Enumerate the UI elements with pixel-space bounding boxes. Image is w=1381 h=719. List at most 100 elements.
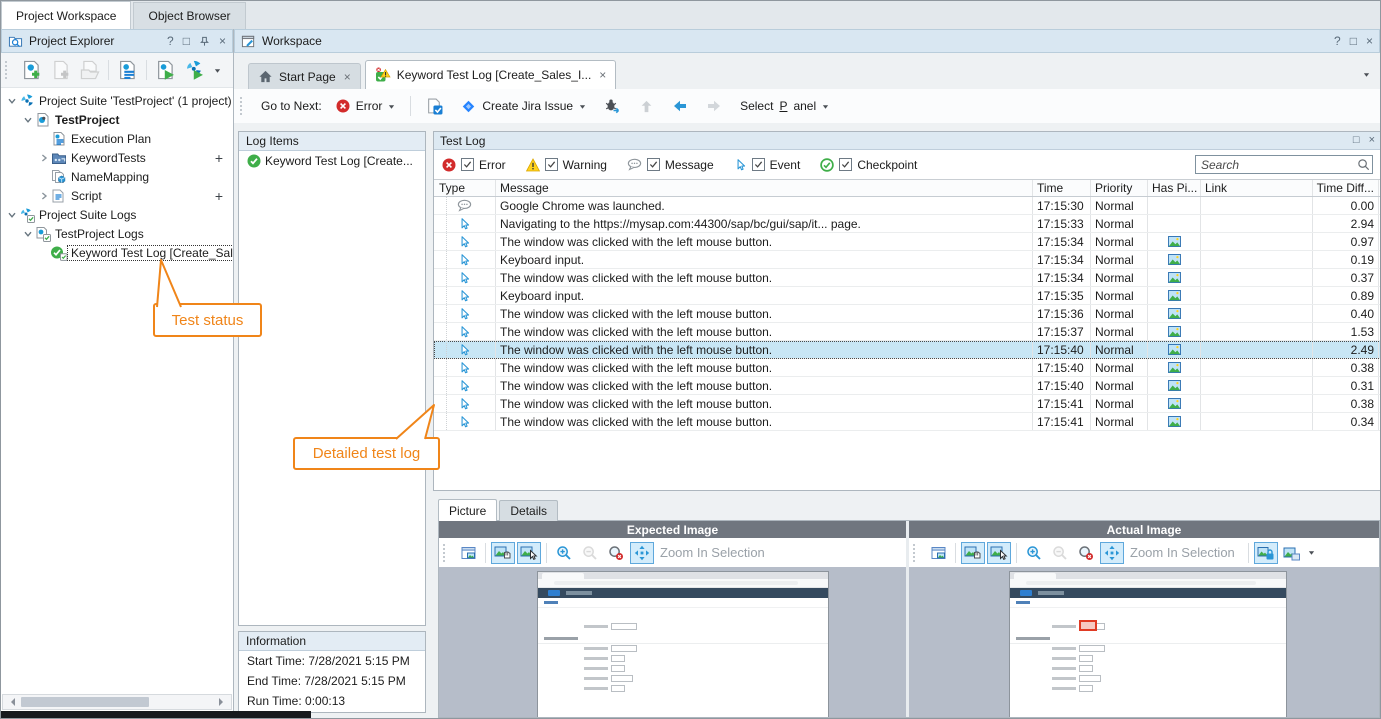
maximize-button[interactable]: □ (1350, 35, 1357, 47)
chevron-down-icon[interactable] (5, 210, 18, 220)
scroll-thumb[interactable] (21, 697, 149, 707)
filter-error[interactable]: Error (442, 158, 506, 172)
add-child-button[interactable]: + (215, 188, 233, 204)
synchronize-views-button[interactable] (1254, 542, 1278, 564)
zoom-reset-button[interactable] (1074, 542, 1098, 564)
run-project-suite-button[interactable] (181, 57, 208, 84)
chevron-down-icon[interactable] (1308, 549, 1315, 556)
log-row[interactable]: The window was clicked with the left mou… (434, 395, 1381, 413)
picture-icon[interactable] (1168, 290, 1181, 301)
toolbar-grip[interactable] (913, 544, 920, 562)
tree-testproject-logs[interactable]: TestProject Logs (1, 224, 233, 243)
selection-tool-button[interactable] (517, 542, 541, 564)
expected-image-viewport[interactable] (439, 567, 906, 717)
log-row[interactable]: The window was clicked with the left mou… (434, 413, 1381, 431)
chevron-down-icon[interactable] (21, 115, 34, 125)
back-button[interactable] (666, 95, 694, 117)
actual-image-viewport[interactable] (909, 567, 1379, 717)
picture-icon[interactable] (1168, 272, 1181, 283)
tree-testproject[interactable]: TestProject (1, 110, 233, 129)
view-in-window-button[interactable] (926, 542, 950, 564)
close-icon[interactable]: × (219, 35, 226, 47)
search-input[interactable] (1195, 155, 1373, 174)
tree-script[interactable]: Script+ (1, 186, 233, 205)
tree-keyword-test-log[interactable]: Keyword Test Log [Create_Sales (1, 243, 233, 262)
tab-object-browser[interactable]: Object Browser (133, 2, 245, 29)
chevron-right-icon[interactable] (37, 153, 50, 163)
log-row[interactable]: The window was clicked with the left mou… (434, 323, 1381, 341)
picture-icon[interactable] (1168, 362, 1181, 373)
add-child-button[interactable]: + (215, 150, 233, 166)
view-in-window-button[interactable] (456, 542, 480, 564)
filter-message[interactable]: Message (627, 158, 714, 172)
column-header-pic[interactable]: Has Pi... (1148, 180, 1201, 196)
select-panel-button[interactable]: Select Panel (734, 96, 835, 116)
zoom-reset-button[interactable] (604, 542, 628, 564)
tab-start-page[interactable]: Start Page× (248, 63, 361, 89)
close-icon[interactable]: × (344, 70, 351, 84)
chevron-right-icon[interactable] (37, 191, 50, 201)
toolbar-grip[interactable] (5, 61, 12, 79)
scroll-right-arrow[interactable] (219, 698, 227, 706)
log-row[interactable]: The window was clicked with the left mou… (434, 233, 1381, 251)
tree-keywordtests[interactable]: KeywordTests+ (1, 148, 233, 167)
pin-icon[interactable] (199, 36, 210, 47)
add-existing-item-button[interactable] (47, 57, 74, 84)
zoom-in-button[interactable] (1022, 542, 1046, 564)
zoom-to-fit-button[interactable] (1100, 542, 1124, 564)
picture-icon[interactable] (1168, 254, 1181, 265)
organize-items-button[interactable] (114, 57, 141, 84)
go-to-next-error-button[interactable]: Error (330, 96, 402, 116)
close-icon[interactable]: × (599, 68, 606, 82)
log-row[interactable]: The window was clicked with the left mou… (434, 359, 1381, 377)
log-row[interactable]: Navigating to the https://mysap.com:4430… (434, 215, 1381, 233)
column-header-link[interactable]: Link (1201, 180, 1313, 196)
log-row[interactable]: Keyboard input.17:15:35Normal0.89 (434, 287, 1381, 305)
picture-icon[interactable] (1168, 236, 1181, 247)
tab-keyword-test-log[interactable]: Keyword Test Log [Create_Sales_I...× (365, 60, 617, 89)
scroll-left-arrow[interactable] (7, 698, 15, 706)
zoom-to-fit-button[interactable] (630, 542, 654, 564)
filter-warning-checkbox[interactable] (545, 158, 558, 171)
log-row[interactable]: Keyboard input.17:15:34Normal0.19 (434, 251, 1381, 269)
filter-message-checkbox[interactable] (647, 158, 660, 171)
tree-namemapping[interactable]: NameMapping (1, 167, 233, 186)
maximize-button[interactable]: □ (183, 35, 190, 47)
close-icon[interactable]: × (1369, 135, 1375, 146)
picture-icon[interactable] (1168, 380, 1181, 391)
log-row[interactable]: The window was clicked with the left mou… (434, 269, 1381, 287)
forward-button[interactable] (700, 95, 728, 117)
add-new-item-button[interactable] (18, 57, 45, 84)
tab-details[interactable]: Details (499, 500, 558, 521)
column-header-time[interactable]: Time (1033, 180, 1091, 196)
filter-event[interactable]: Event (734, 158, 801, 172)
image-options-dropdown[interactable] (1280, 542, 1304, 564)
zoom-in-button[interactable] (552, 542, 576, 564)
help-button[interactable]: ? (167, 35, 174, 47)
horizontal-scrollbar[interactable] (2, 694, 232, 710)
create-issue-report-button[interactable] (420, 95, 449, 118)
picture-icon[interactable] (1168, 416, 1181, 427)
tree-project-suite[interactable]: Project Suite 'TestProject' (1 project) (1, 91, 233, 110)
tab-project-workspace[interactable]: Project Workspace (1, 1, 131, 29)
run-options-dropdown[interactable] (210, 57, 224, 84)
create-jira-issue-button[interactable]: Create Jira Issue (455, 96, 592, 117)
tree-project-suite-logs[interactable]: Project Suite Logs (1, 205, 233, 224)
selection-tool-button[interactable] (987, 542, 1011, 564)
toolbar-grip[interactable] (240, 97, 247, 115)
log-item-keyword-test-log[interactable]: Keyword Test Log [Create... (239, 151, 425, 171)
pan-tool-button[interactable] (961, 542, 985, 564)
filter-warning[interactable]: Warning (526, 158, 607, 172)
picture-icon[interactable] (1168, 398, 1181, 409)
zoom-out-button[interactable] (578, 542, 602, 564)
toolbar-grip[interactable] (443, 544, 450, 562)
picture-icon[interactable] (1168, 344, 1181, 355)
column-header-pri[interactable]: Priority (1091, 180, 1148, 196)
filter-event-checkbox[interactable] (752, 158, 765, 171)
zoom-out-button[interactable] (1048, 542, 1072, 564)
filter-checkpoint[interactable]: Checkpoint (820, 158, 917, 172)
log-row[interactable]: The window was clicked with the left mou… (434, 305, 1381, 323)
go-up-button[interactable] (633, 96, 660, 117)
close-icon[interactable]: × (1366, 35, 1373, 47)
column-header-type[interactable]: Type (434, 180, 496, 196)
